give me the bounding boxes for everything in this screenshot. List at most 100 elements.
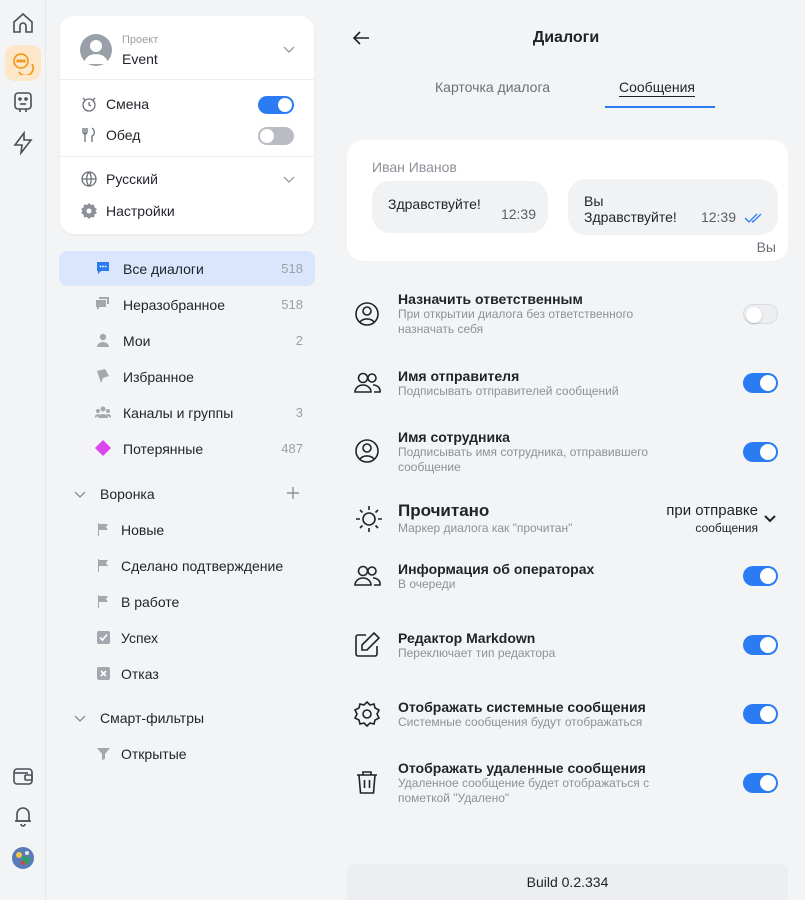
setting-title: Назначить ответственным	[398, 291, 583, 307]
system-messages-toggle[interactable]	[743, 704, 778, 724]
funnel-label: Воронка	[100, 486, 155, 502]
nav-favorites[interactable]: Избранное	[59, 359, 315, 394]
read-marker-value-sub[interactable]: сообщения	[695, 521, 758, 535]
alarm-clock-icon	[82, 97, 96, 112]
nav-count: 518	[281, 261, 303, 276]
users-icon	[354, 565, 381, 586]
setting-sender-name: Имя отправителя Подписывать отправителей…	[347, 368, 788, 408]
nav-count: 3	[295, 405, 303, 420]
bookmark-icon	[97, 369, 109, 383]
nav-count: 518	[281, 297, 303, 312]
check-flag-icon	[97, 631, 110, 644]
outgoing-text: Здравствуйте!	[584, 209, 677, 225]
chevron-down-icon[interactable]	[763, 511, 777, 525]
lightning-icon[interactable]	[5, 125, 41, 161]
sender-name: Иван Иванов	[372, 159, 457, 175]
funnel-item-success[interactable]: Успех	[59, 623, 315, 653]
read-marker-desc: Маркер диалога как "прочитан"	[398, 521, 573, 535]
chat-bubble-icon	[97, 262, 109, 274]
gear-icon	[353, 700, 381, 728]
bot-icon[interactable]	[5, 84, 41, 120]
chevron-down-icon	[74, 715, 86, 722]
nav-mine[interactable]: Мои 2	[59, 323, 315, 358]
setting-employee-name: Имя сотрудника Подписывать имя сотрудник…	[347, 429, 788, 477]
outgoing-bubble: Вы Здравствуйте! 12:39	[568, 179, 778, 235]
setting-title: Информация об операторах	[398, 561, 595, 577]
smart-filters-label: Смарт-фильтры	[100, 710, 205, 726]
double-check-icon	[744, 213, 762, 223]
setting-deleted-messages: Отображать удаленные сообщения Удаленное…	[347, 760, 788, 808]
nav-all-dialogs[interactable]: Все диалоги 518	[59, 251, 315, 286]
add-icon[interactable]	[285, 485, 301, 501]
markdown-editor-toggle[interactable]	[743, 635, 778, 655]
nav-label: Избранное	[123, 369, 194, 385]
funnel-item-label: Успех	[121, 630, 159, 646]
setting-desc: В очереди	[398, 577, 456, 591]
bell-icon[interactable]	[5, 798, 41, 834]
project-selector[interactable]: Проект Event	[60, 16, 314, 80]
funnel-item-rejected[interactable]: Отказ	[59, 659, 315, 689]
incoming-time: 12:39	[500, 206, 536, 222]
read-marker-value[interactable]: при отправке	[666, 502, 758, 519]
tab-dialog-card[interactable]: Карточка диалога	[435, 79, 550, 95]
message-preview: Иван Иванов Здравствуйте! 12:39 Вы Здрав…	[347, 140, 788, 261]
user-avatar[interactable]	[5, 840, 41, 876]
setting-system-messages: Отображать системные сообщения Системные…	[347, 699, 788, 739]
setting-desc: Системные сообщения будут отображаться	[398, 715, 643, 729]
funnel-group-header[interactable]: Воронка	[59, 479, 315, 509]
setting-title: Редактор Markdown	[398, 630, 536, 646]
operators-info-toggle[interactable]	[743, 566, 778, 586]
flag-icon	[98, 595, 108, 608]
assign-responsible-toggle[interactable]	[743, 304, 778, 324]
employee-name-toggle[interactable]	[743, 442, 778, 462]
smart-filter-open[interactable]: Открытые	[59, 739, 315, 769]
funnel-item-confirmed[interactable]: Сделано подтверждение	[59, 551, 315, 581]
icon-rail	[0, 0, 46, 900]
tab-messages[interactable]: Сообщения	[619, 79, 695, 95]
you-label: Вы	[756, 239, 776, 255]
wallet-icon[interactable]	[5, 758, 41, 794]
filter-icon	[97, 748, 110, 760]
lunch-label: Обед	[106, 127, 141, 143]
profile-card: Проект Event Смена Обед Русский Настройк…	[60, 16, 314, 234]
setting-title: Отображать удаленные сообщения	[398, 760, 646, 776]
flag-icon	[98, 559, 108, 572]
chat-icon[interactable]	[5, 45, 41, 81]
setting-desc: Удаленное сообщение будет отображаться с…	[398, 776, 650, 805]
nav-label: Мои	[123, 333, 151, 349]
outgoing-time: 12:39	[700, 209, 736, 225]
globe-icon	[81, 171, 97, 187]
user-circle-icon	[355, 439, 379, 463]
language-label: Русский	[106, 171, 158, 187]
shift-toggle[interactable]	[258, 96, 294, 114]
smart-filter-label: Открытые	[121, 746, 187, 762]
nav-lost[interactable]: Потерянные 487	[59, 431, 315, 466]
gear-icon	[81, 203, 97, 219]
funnel-item-new[interactable]: Новые	[59, 515, 315, 545]
home-icon[interactable]	[5, 5, 41, 41]
chevron-down-icon	[283, 176, 295, 183]
funnel-item-in-progress[interactable]: В работе	[59, 587, 315, 617]
settings-link[interactable]: Настройки	[60, 196, 314, 226]
group-icon	[95, 406, 111, 418]
language-selector[interactable]: Русский	[60, 164, 314, 194]
lunch-toggle-row: Обед	[60, 120, 314, 150]
nav-label: Все диалоги	[123, 261, 204, 277]
edit-icon	[355, 631, 381, 657]
page-title: Диалоги	[532, 29, 600, 46]
incoming-text: Здравствуйте!	[388, 196, 481, 212]
lunch-toggle[interactable]	[258, 127, 294, 145]
nav-label: Каналы и группы	[123, 405, 234, 421]
read-marker-title: Прочитано	[398, 501, 490, 520]
nav-label: Неразобранное	[123, 297, 225, 313]
sender-name-toggle[interactable]	[743, 373, 778, 393]
users-icon	[354, 372, 381, 393]
deleted-messages-toggle[interactable]	[743, 773, 778, 793]
nav-unsorted[interactable]: Неразобранное 518	[59, 287, 315, 322]
smart-filters-group-header[interactable]: Смарт-фильтры	[59, 703, 315, 733]
nav-channels-groups[interactable]: Каналы и группы 3	[59, 395, 315, 430]
setting-assign-responsible: Назначить ответственным При открытии диа…	[347, 291, 788, 339]
funnel-item-label: Отказ	[121, 666, 159, 682]
funnel-item-label: Новые	[121, 522, 165, 538]
setting-title: Имя сотрудника	[398, 429, 510, 445]
